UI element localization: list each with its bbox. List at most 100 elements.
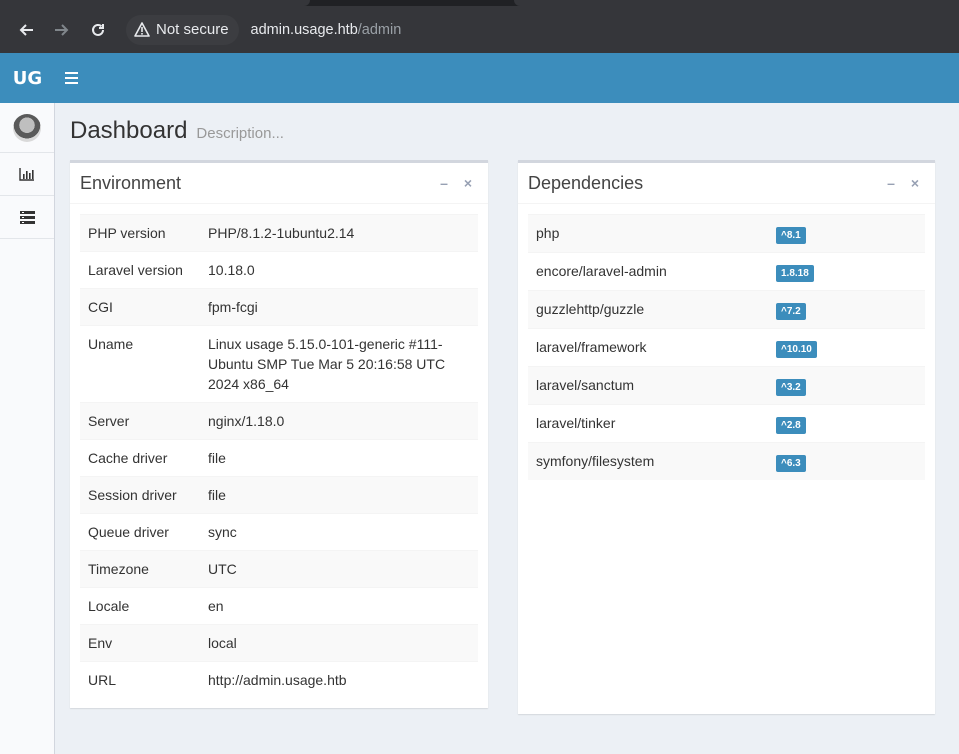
reload-icon — [92, 23, 104, 36]
dependency-name: php — [536, 225, 560, 241]
env-key: Server — [88, 413, 130, 429]
env-value: Linux usage 5.15.0-101-generic #111-Ubun… — [208, 336, 446, 392]
table-row: Cache driver file — [80, 439, 478, 477]
env-value: nginx/1.18.0 — [208, 413, 285, 429]
env-value: sync — [208, 524, 237, 540]
table-row: laravel/framework ^10.10 — [528, 328, 925, 367]
dependencies-title: Dependencies — [528, 172, 644, 193]
user-avatar-item[interactable] — [0, 103, 54, 153]
env-value: UTC — [208, 561, 237, 577]
warning-triangle-icon — [134, 22, 150, 37]
table-row: guzzlehttp/guzzle ^7.2 — [528, 290, 925, 329]
avatar[interactable] — [13, 113, 41, 142]
env-key: Queue driver — [88, 524, 169, 540]
table-row: Timezone UTC — [80, 550, 478, 588]
env-key: Locale — [88, 598, 130, 614]
table-row: Uname Linux usage 5.15.0-101-generic #111… — [80, 325, 478, 403]
version-badge: 1.8.18 — [776, 265, 814, 282]
dependency-name: laravel/framework — [536, 339, 647, 355]
table-row: php ^8.1 — [528, 214, 925, 253]
env-value: local — [208, 635, 237, 651]
sidebar-item-dashboard[interactable] — [0, 153, 54, 196]
table-row: Session driver file — [80, 476, 478, 514]
env-value: en — [208, 598, 224, 614]
env-value: fpm-fcgi — [208, 299, 258, 315]
dependencies-box: Dependencies – × php ^8.1 encore/laravel-a… — [518, 160, 935, 714]
env-key: Env — [88, 635, 113, 651]
app-logo[interactable]: UG — [0, 68, 55, 89]
env-value: file — [208, 450, 226, 466]
environment-box: Environment – × PHP version PHP/8.1.2-1ub… — [70, 160, 488, 708]
dependency-version-cell: ^3.2 — [768, 367, 925, 405]
address-bar[interactable]: Not secure admin.usage.htb/admin — [126, 13, 401, 47]
arrow-right-icon — [55, 23, 69, 36]
env-key: Cache driver — [88, 450, 168, 466]
arrow-left-icon — [19, 23, 33, 36]
table-row: encore/laravel-admin 1.8.18 — [528, 252, 925, 291]
env-value: 10.18.0 — [208, 262, 255, 278]
content-header: Dashboard Description... — [70, 117, 284, 145]
forward-button[interactable] — [44, 12, 80, 48]
dependency-name: guzzlehttp/guzzle — [536, 301, 645, 317]
env-value: file — [208, 487, 226, 503]
url-path: /admin — [357, 21, 402, 38]
dependency-version-cell: ^8.1 — [768, 215, 925, 253]
table-row: URL http://admin.usage.htb — [80, 661, 478, 699]
version-badge: ^7.2 — [776, 303, 806, 320]
content-wrapper: Dashboard Description... Environment – ×… — [55, 103, 959, 754]
sidebar — [0, 103, 55, 754]
dependency-version-cell: ^6.3 — [768, 443, 925, 481]
dependency-name: laravel/tinker — [536, 415, 616, 431]
dependency-version-cell: ^10.10 — [768, 329, 925, 367]
env-key: URL — [88, 672, 117, 688]
env-key: PHP version — [88, 225, 166, 241]
close-icon[interactable]: × — [909, 175, 921, 191]
version-badge: ^10.10 — [776, 341, 817, 358]
environment-title: Environment — [80, 172, 182, 193]
reload-button[interactable] — [80, 12, 116, 48]
bar-chart-icon — [19, 168, 34, 181]
version-badge: ^3.2 — [776, 379, 806, 396]
sidebar-item-admin[interactable] — [0, 196, 54, 239]
table-row: symfony/filesystem ^6.3 — [528, 442, 925, 481]
table-row: CGI fpm-fcgi — [80, 288, 478, 326]
environment-box-header: Environment – × — [70, 163, 488, 204]
hamburger-menu-icon[interactable] — [65, 68, 85, 88]
app-header: UG — [0, 53, 959, 103]
back-button[interactable] — [8, 12, 44, 48]
dependencies-box-header: Dependencies – × — [518, 163, 935, 204]
version-badge: ^6.3 — [776, 455, 806, 472]
table-row: laravel/tinker ^2.8 — [528, 404, 925, 443]
dependencies-table: php ^8.1 encore/laravel-admin 1.8.18 guzzleh… — [528, 214, 925, 480]
dependency-name: symfony/filesystem — [536, 453, 655, 469]
url-text[interactable]: admin.usage.htb/admin — [251, 22, 402, 38]
env-key: Uname — [88, 336, 134, 352]
page-title: Dashboard — [70, 117, 188, 144]
version-badge: ^2.8 — [776, 417, 806, 434]
page-description: Description... — [196, 125, 284, 142]
table-row: laravel/sanctum ^3.2 — [528, 366, 925, 405]
table-row: Locale en — [80, 587, 478, 625]
env-value: http://admin.usage.htb — [208, 672, 347, 688]
table-row: Laravel version 10.18.0 — [80, 251, 478, 289]
env-key: Laravel version — [88, 262, 183, 278]
env-key: Session driver — [88, 487, 177, 503]
environment-table: PHP version PHP/8.1.2-1ubuntu2.14 Laravel … — [80, 214, 478, 698]
browser-toolbar: Not secure admin.usage.htb/admin — [0, 6, 959, 53]
minus-icon[interactable]: – — [438, 175, 450, 191]
close-icon[interactable]: × — [462, 175, 474, 191]
dependency-version-cell: ^7.2 — [768, 291, 925, 329]
box-tools: – × — [438, 175, 474, 191]
dependency-name: encore/laravel-admin — [536, 263, 667, 279]
dependencies-box-body: php ^8.1 encore/laravel-admin 1.8.18 guzzleh… — [518, 204, 935, 490]
table-row: Queue driver sync — [80, 513, 478, 551]
version-badge: ^8.1 — [776, 227, 806, 244]
security-text: Not secure — [156, 21, 229, 38]
env-value: PHP/8.1.2-1ubuntu2.14 — [208, 225, 355, 241]
env-key: Timezone — [88, 561, 149, 577]
env-key: CGI — [88, 299, 113, 315]
box-tools: – × — [885, 175, 921, 191]
minus-icon[interactable]: – — [885, 175, 897, 191]
security-indicator[interactable]: Not secure — [126, 14, 239, 45]
dependency-version-cell: ^2.8 — [768, 405, 925, 443]
